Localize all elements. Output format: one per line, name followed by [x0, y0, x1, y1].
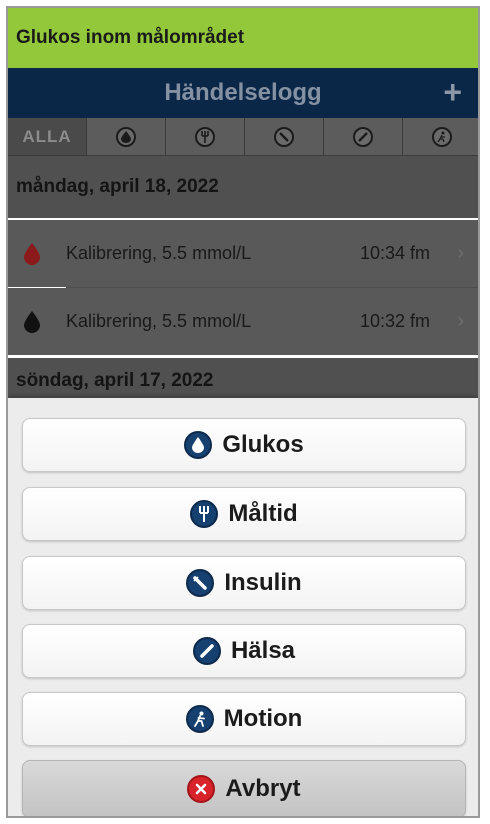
status-text: Glukos inom målområdet [16, 27, 245, 48]
glucose-drop-icon [116, 126, 136, 147]
health-icon [192, 637, 221, 665]
chevron-right-icon: › [457, 242, 464, 264]
insulin-icon [186, 569, 215, 597]
event-description: Kalibrering, 5.5 mmol/L [66, 311, 252, 331]
phone-screen: Glukos inom målområdet Händelselogg + AL… [6, 6, 480, 818]
day-date: söndag, april 17, 2022 [16, 370, 214, 391]
tab-insulin[interactable] [245, 118, 324, 155]
event-time: 10:34 fm [359, 243, 430, 263]
tab-exercise[interactable] [403, 118, 478, 155]
meal-button-label: Måltid [228, 500, 298, 527]
event-row[interactable]: Kalibrering, 5.5 mmol/L 10:32 fm › [8, 288, 478, 355]
insulin-icon [274, 126, 294, 147]
cancel-icon [187, 775, 216, 803]
meal-button[interactable]: Måltid [22, 487, 466, 541]
day-header: måndag, april 18, 2022 [8, 156, 478, 218]
health-icon [353, 126, 373, 147]
meal-icon [195, 126, 215, 147]
glucose-icon [184, 431, 213, 459]
chevron-right-icon: › [457, 310, 464, 332]
exercise-button-label: Motion [223, 705, 303, 732]
meal-icon [190, 500, 219, 528]
exercise-button[interactable]: Motion [22, 692, 466, 746]
page-title: Händelselogg [164, 79, 322, 106]
event-time: 10:32 fm [359, 311, 430, 331]
event-log-screen: Händelselogg + ALLA måndag, april 18, 20… [8, 68, 478, 398]
cancel-button[interactable]: Avbryt [22, 760, 466, 816]
exercise-icon [431, 126, 452, 147]
tab-all-label: ALLA [22, 126, 72, 146]
cancel-button-label: Avbryt [225, 775, 301, 802]
insulin-button[interactable]: Insulin [22, 556, 466, 610]
tab-glucose[interactable] [87, 118, 166, 155]
health-button-label: Hälsa [230, 637, 296, 664]
filter-tabs: ALLA [8, 118, 478, 156]
exercise-icon [185, 705, 214, 733]
event-row[interactable]: Kalibrering, 5.5 mmol/L 10:34 fm › [8, 220, 478, 287]
health-button[interactable]: Hälsa [22, 624, 466, 678]
glucose-status-banner: Glukos inom målområdet [8, 8, 478, 68]
tab-meal[interactable] [166, 118, 245, 155]
tab-health[interactable] [324, 118, 403, 155]
insulin-button-label: Insulin [224, 569, 302, 596]
add-event-action-sheet: Glukos Måltid Insulin Hälsa Motion Avbry… [8, 398, 478, 816]
nav-bar: Händelselogg + [8, 68, 478, 118]
event-description: Kalibrering, 5.5 mmol/L [66, 243, 252, 263]
day-header: söndag, april 17, 2022 [8, 358, 478, 398]
day-date: måndag, april 18, 2022 [16, 176, 219, 197]
red-drop-icon [24, 242, 40, 265]
tab-all[interactable]: ALLA [8, 118, 87, 155]
add-event-button[interactable]: + [443, 75, 462, 109]
black-drop-icon [24, 310, 40, 333]
glucose-button[interactable]: Glukos [22, 418, 466, 472]
glucose-button-label: Glukos [222, 431, 304, 458]
